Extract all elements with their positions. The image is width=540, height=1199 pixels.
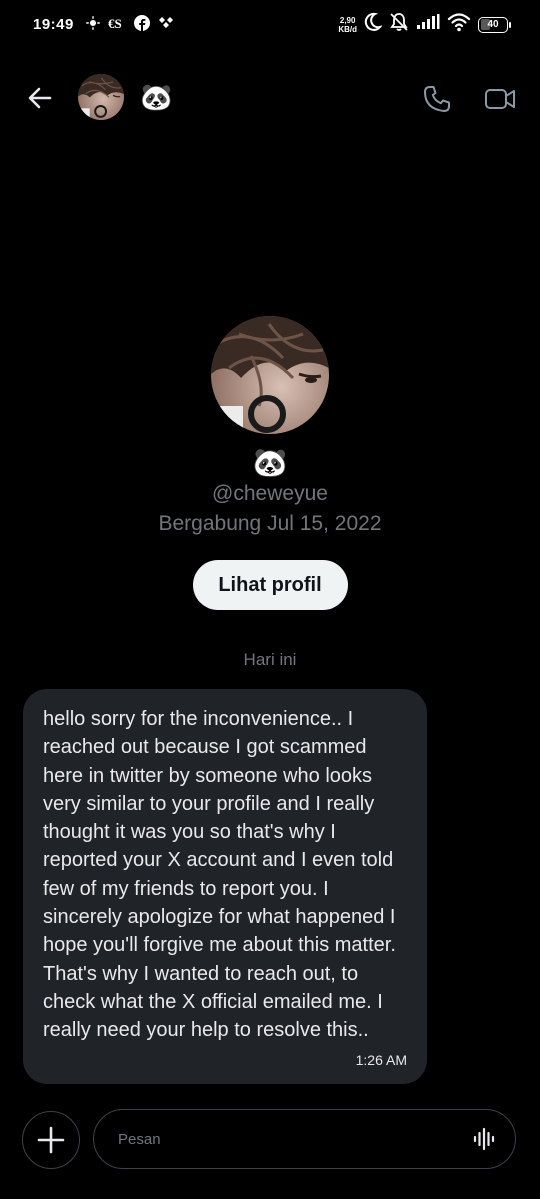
network-speed-unit: KB/d [338,24,357,34]
network-speed-value: 2,90 [339,15,356,25]
app-notification-icon [158,16,174,35]
message-input[interactable] [116,1110,450,1169]
header-avatar[interactable] [78,74,124,120]
signal-icon [416,14,440,35]
battery-icon: 40 [478,16,511,33]
video-icon [485,89,515,109]
network-speed: 2,90 KB/d [338,16,357,34]
message-composer [0,1109,540,1171]
news-app-icon: €S [108,15,126,36]
status-bar: 19:49 €S 2,90 KB/d 40 [0,0,540,52]
wifi-icon [447,12,471,37]
back-button[interactable] [22,80,58,116]
profile-joined-date: Bergabung Jul 15, 2022 [158,512,382,535]
bell-muted-icon [389,12,409,37]
moon-icon [364,12,383,37]
svg-text:€S: €S [108,16,122,31]
weather-icon [86,16,100,35]
status-time: 19:49 [33,16,74,33]
facebook-icon [134,15,150,36]
arrow-left-icon [28,87,52,109]
call-button[interactable] [420,82,454,116]
plus-icon [37,1126,65,1154]
profile-handle: @cheweyue [212,482,328,505]
message-text: hello sorry for the inconvenience.. I re… [43,708,402,1042]
phone-icon [424,86,450,112]
date-separator: Hari ini [243,650,297,669]
battery-level: 40 [487,19,499,30]
status-left-icons: €S [86,15,174,36]
view-profile-button[interactable]: Lihat profil [192,560,348,610]
video-call-button[interactable] [482,82,518,116]
message-input-container [93,1109,516,1169]
status-right-icons: 2,90 KB/d 40 [338,12,511,37]
profile-avatar[interactable] [211,316,329,434]
attach-button[interactable] [22,1111,80,1169]
message-bubble[interactable]: hello sorry for the inconvenience.. I re… [23,689,427,1084]
conversation-header: 🐼 [0,70,540,124]
voice-wave-icon [473,1127,495,1151]
profile-card: 🐼 @cheweyue Bergabung Jul 15, 2022 Lihat… [0,316,540,610]
profile-name-emoji: 🐼 [252,447,288,478]
header-name-emoji: 🐼 [140,82,173,112]
message-timestamp: 1:26 AM [355,1052,407,1068]
voice-message-button[interactable] [471,1126,497,1152]
